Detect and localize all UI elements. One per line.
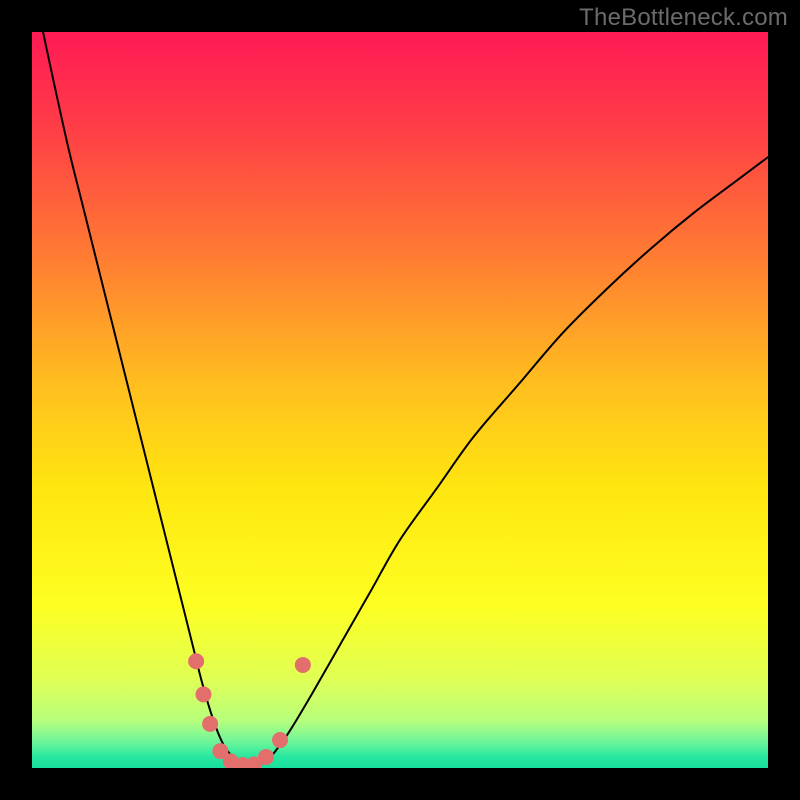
plot-area (32, 32, 768, 768)
chart-canvas (32, 32, 768, 768)
marker-dot (202, 716, 218, 732)
marker-dot (258, 749, 274, 765)
watermark-label: TheBottleneck.com (579, 4, 788, 32)
marker-dot (188, 653, 204, 669)
chart-frame: TheBottleneck.com (0, 0, 800, 800)
marker-dot (295, 657, 311, 673)
marker-dot (272, 732, 288, 748)
marker-dot (195, 686, 211, 702)
gradient-background (32, 32, 768, 768)
